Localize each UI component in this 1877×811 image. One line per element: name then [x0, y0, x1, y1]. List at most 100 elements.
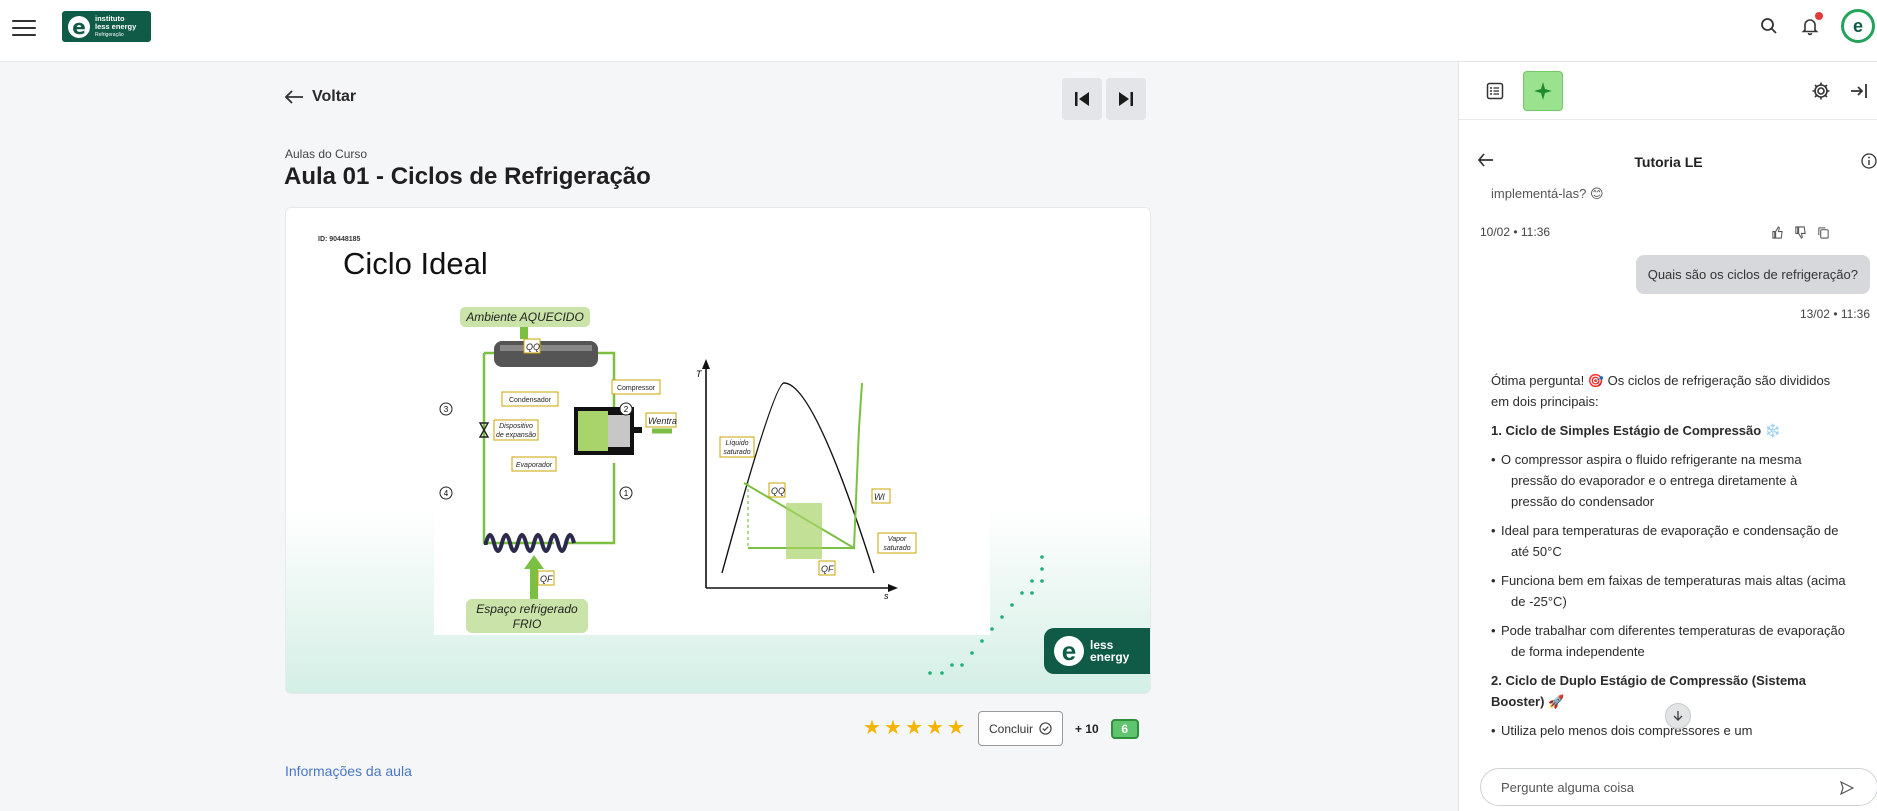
label-dispositivo-2: de expansão	[496, 432, 536, 439]
collapse-panel-button[interactable]	[1839, 71, 1877, 111]
avatar[interactable]: e	[1841, 9, 1875, 43]
panel-toolbar	[1459, 62, 1877, 120]
complete-lesson-button[interactable]: Concluir	[978, 711, 1064, 746]
label-vapor-2: saturado	[883, 545, 910, 552]
answer-intro: Ótima pergunta! 🎯 Os ciclos de refrigera…	[1491, 373, 1831, 409]
top-bar: e instituto less energy Refrigeração e	[0, 0, 1877, 62]
label-liquido-1: Líquido	[726, 440, 749, 447]
list-item: O compressor aspira o fluido refrigerant…	[1491, 449, 1846, 512]
bell-icon[interactable]	[1797, 12, 1823, 39]
message-feedback	[1771, 226, 1830, 239]
star-icon[interactable]: ★	[905, 718, 924, 738]
brand-mark: e	[1054, 636, 1084, 666]
check-circle-icon	[1039, 722, 1052, 735]
slide-id: ID: 90448185	[318, 236, 361, 243]
settings-button[interactable]	[1801, 71, 1841, 111]
label-liquido-2: saturado	[723, 449, 750, 456]
node-3: 3	[444, 405, 449, 414]
thumbs-down-icon[interactable]	[1794, 226, 1807, 239]
ai-tutor-button[interactable]	[1523, 71, 1563, 111]
lesson-actions: ★ ★ ★ ★ ★ Concluir + 10 6	[863, 711, 1139, 746]
chat-messages[interactable]: implementá-las? 😊 10/02 • 11:36 Quais sã…	[1459, 180, 1877, 752]
node-2: 2	[624, 405, 629, 414]
notification-dot	[1815, 12, 1823, 20]
avatar-initial: e	[1852, 15, 1863, 36]
points-label: + 10	[1075, 721, 1099, 736]
arrow-left-icon	[284, 90, 303, 104]
thumbs-up-icon[interactable]	[1771, 226, 1784, 239]
lesson-slide[interactable]: ID: 90448185 Ciclo Ideal Ambiente AQUECI…	[285, 207, 1151, 694]
logo-mark: e	[68, 15, 90, 38]
lesson-info-link[interactable]: Informações da aula	[285, 763, 412, 779]
brand-line2: energy	[1090, 650, 1130, 664]
menu-icon[interactable]	[10, 14, 38, 42]
star-icon[interactable]: ★	[947, 718, 966, 738]
chat-header: Tutoria LE	[1459, 146, 1877, 176]
chat-title: Tutoria LE	[1634, 154, 1703, 170]
label-qf-ts: QF	[821, 564, 834, 574]
star-icon[interactable]: ★	[884, 718, 903, 738]
assistant-message: Ótima pergunta! 🎯 Os ciclos de refrigera…	[1491, 370, 1846, 749]
skip-previous-icon	[1075, 92, 1089, 106]
next-lesson-button[interactable]	[1106, 78, 1146, 120]
label-wl: Wl	[874, 492, 885, 502]
copy-icon[interactable]	[1817, 226, 1830, 239]
tutor-panel: Tutoria LE implementá-las? 😊 10/02 • 11:…	[1458, 62, 1877, 811]
user-message: Quais são os ciclos de refrigeração?	[1635, 255, 1870, 294]
star-rating[interactable]: ★ ★ ★ ★ ★	[863, 718, 966, 738]
send-icon	[1840, 781, 1854, 795]
refrigeration-cycle-diagram: Ambiente AQUECIDO QQ Condensador Compres…	[434, 303, 990, 635]
label-espaco-1: Espaço refrigerado	[476, 602, 578, 616]
lesson-navigation	[1062, 78, 1146, 120]
back-label: Voltar	[312, 88, 357, 105]
chat-input[interactable]	[1480, 768, 1877, 806]
previous-message-tail: implementá-las? 😊	[1491, 186, 1604, 201]
gear-icon	[1812, 82, 1830, 100]
slide-title: Ciclo Ideal	[343, 246, 488, 281]
label-compressor: Compressor	[617, 385, 656, 392]
logo[interactable]: e instituto less energy Refrigeração	[62, 11, 151, 42]
node-4: 4	[444, 489, 449, 498]
axis-t: T	[696, 369, 703, 379]
points-badge-icon: 6	[1110, 718, 1139, 739]
complete-label: Concluir	[989, 721, 1034, 736]
info-icon[interactable]	[1861, 153, 1877, 174]
label-qq-top: QQ	[526, 342, 540, 352]
list-icon	[1486, 82, 1504, 100]
label-qq-ts: QQ	[771, 486, 785, 496]
back-button[interactable]: Voltar	[284, 88, 356, 106]
label-went: Wentra	[648, 416, 677, 426]
list-item: Pode trabalhar com diferentes temperatur…	[1491, 620, 1846, 662]
star-icon[interactable]: ★	[926, 718, 945, 738]
exit-arrow-icon	[1851, 84, 1867, 98]
list-item: Ideal para temperaturas de evaporação e …	[1491, 520, 1846, 562]
label-condensador: Condensador	[509, 397, 552, 404]
skip-next-icon	[1119, 92, 1133, 106]
scroll-down-button[interactable]	[1665, 703, 1691, 729]
logo-text: instituto less energy Refrigeração	[95, 14, 137, 39]
logo-line2: less energy	[95, 21, 137, 31]
node-1: 1	[624, 489, 629, 498]
axis-s: s	[884, 591, 889, 601]
logo-line3: Refrigeração	[95, 31, 124, 38]
list-item: Funciona bem em faixas de temperaturas m…	[1491, 570, 1846, 612]
list-view-button[interactable]	[1475, 71, 1515, 111]
breadcrumb: Aulas do Curso	[285, 147, 368, 161]
previous-message-time: 10/02 • 11:36	[1480, 225, 1551, 239]
star-icon[interactable]: ★	[863, 718, 882, 738]
label-ambiente: Ambiente AQUECIDO	[465, 310, 584, 324]
previous-lesson-button[interactable]	[1062, 78, 1102, 120]
answer-heading-1: 1. Ciclo de Simples Estágio de Compressã…	[1491, 423, 1781, 438]
label-dispositivo-1: Dispositivo	[499, 423, 533, 430]
label-qf-bottom: QF	[540, 574, 553, 584]
label-espaco-2: FRIO	[513, 617, 542, 631]
sparkle-icon	[1534, 82, 1552, 100]
slide-brand-logo: e less energy	[1044, 628, 1150, 674]
send-button[interactable]	[1837, 778, 1857, 798]
arrow-down-icon	[1673, 711, 1683, 721]
decorative-dots	[928, 555, 1044, 675]
search-icon[interactable]	[1756, 13, 1782, 39]
label-evaporador: Evaporador	[516, 462, 553, 469]
label-vapor-1: Vapor	[888, 536, 907, 543]
user-message-time: 13/02 • 11:36	[1799, 307, 1870, 321]
